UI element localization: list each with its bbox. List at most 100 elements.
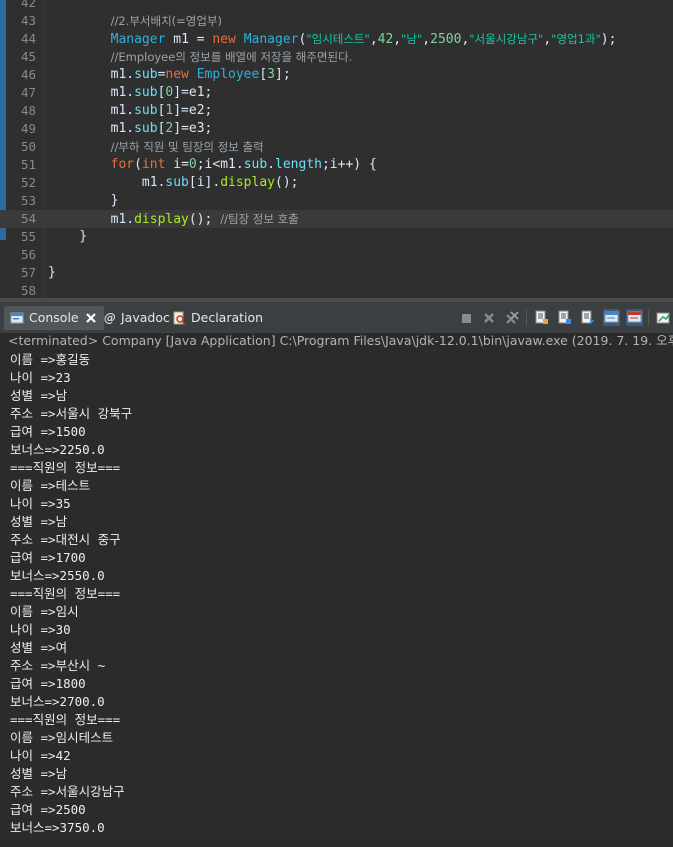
- code-token: ];: [275, 67, 291, 82]
- code-token: m1.: [48, 103, 135, 118]
- terminate-icon[interactable]: [457, 309, 474, 326]
- tab-declaration[interactable]: Declaration: [172, 306, 263, 330]
- pin-console-icon[interactable]: [626, 309, 643, 326]
- code-text: }: [48, 264, 56, 282]
- tab-declaration-label: Declaration: [191, 310, 264, 325]
- open-console-icon[interactable]: [655, 309, 672, 326]
- word-wrap-icon[interactable]: [556, 309, 573, 326]
- code-token: m1.: [48, 175, 166, 190]
- console-output-line: 주소 =>대전시 중구: [10, 532, 121, 547]
- code-line[interactable]: 48 m1.sub[1]=e2;: [0, 102, 673, 120]
- code-line[interactable]: 52 m1.sub[i].display();: [0, 174, 673, 192]
- code-line[interactable]: 45 //Employee의 정보를 배열에 저장을 해주면된다.: [0, 48, 673, 66]
- code-token: int: [141, 157, 166, 172]
- code-line[interactable]: 43 //2.부서배치(=영업부): [0, 12, 673, 30]
- code-token: ;i<m1.: [196, 157, 244, 172]
- code-text: //부하 직원 및 팀장의 정보 출력: [48, 138, 264, 157]
- code-line[interactable]: 49 m1.sub[2]=e3;: [0, 120, 673, 138]
- close-icon[interactable]: [84, 311, 98, 325]
- code-token: "임시테스트": [306, 32, 370, 46]
- show-on-error-icon[interactable]: [603, 309, 620, 326]
- code-text: for(int i=0;i<m1.sub.length;i++) {: [48, 156, 377, 174]
- code-token: new: [212, 32, 236, 47]
- code-line[interactable]: 50 //부하 직원 및 팀장의 정보 출력: [0, 138, 673, 156]
- code-text: //2.부서배치(=영업부): [48, 12, 222, 31]
- console-output-line: 성별 =>남: [10, 514, 68, 529]
- code-line[interactable]: 47 m1.sub[0]=e1;: [0, 84, 673, 102]
- code-token: sub: [134, 85, 158, 100]
- code-token: new: [165, 67, 189, 82]
- code-text: }: [48, 228, 87, 246]
- tab-javadoc[interactable]: @ Javadoc: [104, 306, 170, 330]
- code-token: ();: [275, 175, 299, 190]
- code-token: 3: [267, 67, 275, 82]
- code-token: 2500: [430, 32, 462, 47]
- console-output-line: 나이 =>23: [10, 370, 71, 385]
- code-token: Manager: [110, 32, 166, 47]
- code-token: "영업1과": [551, 32, 601, 46]
- line-number: 49: [20, 121, 36, 136]
- code-token: ]=e2;: [173, 103, 213, 118]
- code-line[interactable]: 55 }: [0, 228, 673, 246]
- code-token: (: [134, 157, 142, 172]
- show-on-output-icon[interactable]: [579, 309, 596, 326]
- code-line[interactable]: 51 for(int i=0;i<m1.sub.length;i++) {: [0, 156, 673, 174]
- console-status: <terminated> Company [Java Application] …: [0, 333, 673, 349]
- console-output-line: 나이 =>42: [10, 748, 71, 763]
- console-output-line: 보너스=>3750.0: [10, 820, 105, 835]
- code-token: m1.: [48, 121, 135, 136]
- console-output-line: 주소 =>서울시강남구: [10, 784, 125, 799]
- code-token: //Employee의 정보를 배열에 저장을 해주면된다.: [110, 50, 353, 64]
- code-token: //2.부서배치(=영업부): [110, 14, 223, 28]
- code-line[interactable]: 53 }: [0, 192, 673, 210]
- code-line[interactable]: 58: [0, 282, 673, 298]
- console-output-line: ===직원의 정보===: [10, 586, 121, 601]
- remove-launch-icon[interactable]: [480, 309, 497, 326]
- console-output-line: 보너스=>2550.0: [10, 568, 105, 583]
- console-output-line: 급여 =>2500: [10, 802, 86, 817]
- console-output-line: 이름 =>임시: [10, 604, 79, 619]
- scroll-lock-icon[interactable]: [533, 309, 550, 326]
- console-output[interactable]: 이름 =>홍길동 나이 =>23 성별 =>남 주소 =>서울시 강북구 급여 =>15…: [0, 350, 673, 847]
- line-number: 48: [20, 103, 36, 118]
- console-output-line: 나이 =>30: [10, 622, 71, 637]
- code-editor[interactable]: 42 43 //2.부서배치(=영업부) 44 Manager m1 = new M…: [0, 0, 673, 298]
- code-token: );: [600, 32, 617, 47]
- console-icon: [10, 312, 24, 324]
- tab-console[interactable]: Console: [4, 306, 104, 330]
- code-token: .: [267, 157, 276, 172]
- code-token: //팀장 정보 호출: [220, 212, 299, 226]
- console-output-line: 성별 =>남: [10, 766, 68, 781]
- javadoc-icon: @: [104, 311, 116, 325]
- code-token: sub: [134, 103, 158, 118]
- code-line[interactable]: 46 m1.sub=new Employee[3];: [0, 66, 673, 84]
- console-view-tabbar: Console @ Javadoc Declaration: [0, 302, 673, 334]
- code-token: ();: [188, 212, 221, 227]
- code-line[interactable]: 54 m1.display(); //팀장 정보 호출: [0, 210, 673, 228]
- console-output-line: ===직원의 정보===: [10, 712, 121, 727]
- line-number: 53: [20, 193, 36, 208]
- code-token: 0: [188, 157, 197, 172]
- code-token: i=: [165, 157, 189, 172]
- code-token: display: [134, 212, 189, 227]
- code-line[interactable]: 42: [0, 0, 673, 12]
- code-line[interactable]: 56: [0, 246, 673, 264]
- code-token: length: [275, 157, 322, 172]
- console-output-line: 나이 =>35: [10, 496, 71, 511]
- code-token: ]=e3;: [173, 121, 213, 136]
- code-line[interactable]: 57}: [0, 264, 673, 282]
- code-line[interactable]: 44 Manager m1 = new Manager("임시테스트",42,"…: [0, 30, 673, 48]
- code-token: ,: [543, 32, 552, 47]
- toolbar-separator: [526, 310, 527, 326]
- line-number: 58: [20, 283, 36, 298]
- remove-all-terminated-icon[interactable]: [503, 309, 520, 326]
- code-token: ,: [422, 32, 431, 47]
- code-token: [i].: [188, 175, 221, 190]
- code-token: 42: [377, 32, 394, 47]
- console-output-line: 성별 =>여: [10, 640, 68, 655]
- console-output-line: 보너스=>2250.0: [10, 442, 105, 457]
- code-text: m1.sub[0]=e1;: [48, 84, 213, 102]
